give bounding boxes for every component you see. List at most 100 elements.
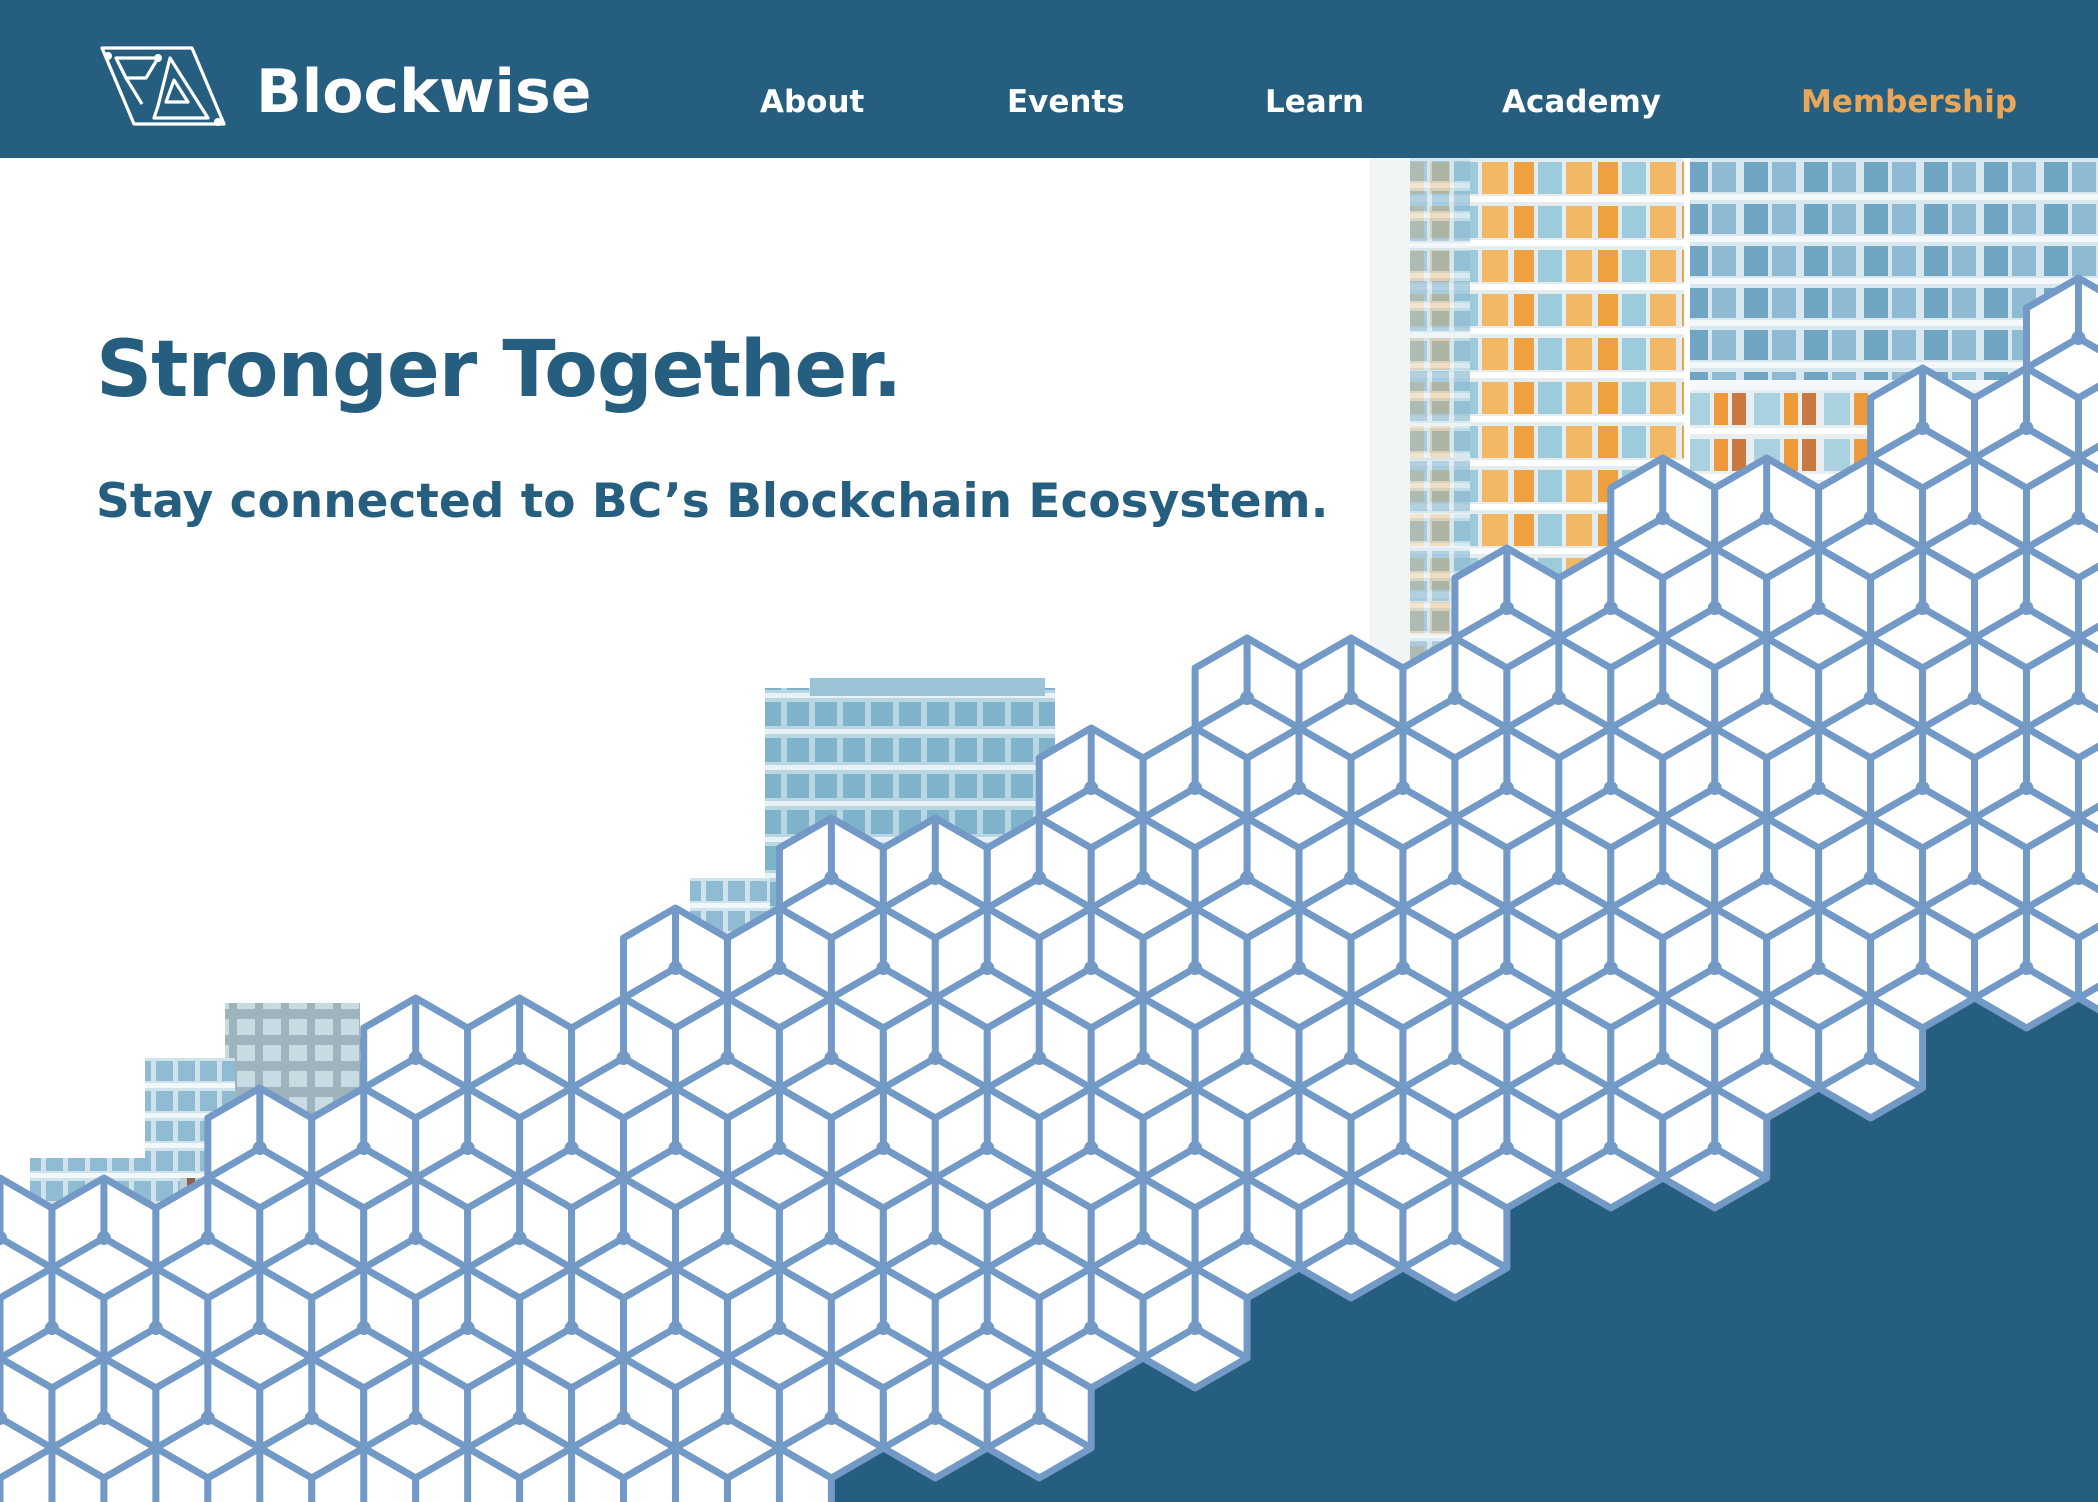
hex-cube-node (512, 1231, 527, 1245)
hex-cube-node (512, 1051, 527, 1065)
hex-cube-node (824, 871, 839, 885)
hex-cube-node (720, 1051, 735, 1065)
hex-cube-node (1032, 1411, 1047, 1425)
hex-cube-node (2071, 511, 2086, 525)
hex-cube-node (1240, 1051, 1255, 1065)
hex-cube-node (1863, 1051, 1878, 1065)
hex-cube-node (2019, 601, 2034, 615)
hex-cube-node (1084, 961, 1099, 975)
hex-cube-node (1240, 1231, 1255, 1245)
hex-cube-node (1084, 1141, 1099, 1155)
hex-cube-node (1395, 1141, 1410, 1155)
blockwise-logo-icon[interactable] (96, 44, 230, 132)
hex-cube-node (1655, 871, 1670, 885)
hex-cube-node (928, 1231, 943, 1245)
hex-cube-node (2019, 421, 2034, 435)
hex-cube-node (1395, 781, 1410, 795)
hex-cube-node (668, 1141, 683, 1155)
hex-cube-node (564, 1321, 579, 1335)
hex-cube-node (824, 1231, 839, 1245)
hex-cube-node (928, 871, 943, 885)
nav-learn-link[interactable]: Learn (1265, 82, 1364, 122)
brand-name[interactable]: Blockwise (256, 56, 591, 128)
hex-cube-node (928, 1051, 943, 1065)
hex-cube-node (2019, 961, 2034, 975)
hex-cube-node (980, 1141, 995, 1155)
hex-cube-node (1343, 871, 1358, 885)
hex-cube-node (1447, 1231, 1462, 1245)
hex-cube-node (1915, 601, 1930, 615)
hex-cube-node (1863, 871, 1878, 885)
hex-cube-node (2071, 871, 2086, 885)
hex-cube-node (2071, 691, 2086, 705)
hex-cube-node (876, 961, 891, 975)
hex-cube-node (148, 1321, 163, 1335)
nav-events-link[interactable]: Events (1007, 82, 1125, 122)
hex-cube-node (408, 1051, 423, 1065)
hex-cube-node (460, 1321, 475, 1335)
hex-cube-node (2071, 331, 2086, 345)
hex-cube-node (408, 1231, 423, 1245)
hex-cube-node (304, 1231, 319, 1245)
hex-cube-node (1707, 1141, 1722, 1155)
hex-cube-node (980, 1321, 995, 1335)
hex-cube-node (1447, 691, 1462, 705)
hex-cube-node (1032, 1231, 1047, 1245)
hex-cube-node (200, 1231, 215, 1245)
hex-cube-node (1188, 961, 1203, 975)
hex-cube-node (1863, 511, 1878, 525)
hex-cube-node (1967, 691, 1982, 705)
hex-cube-node (1707, 601, 1722, 615)
hex-cube-node (1240, 691, 1255, 705)
hex-cube-node (1240, 871, 1255, 885)
hex-cube-node (668, 1321, 683, 1335)
hex-cube-node (96, 1411, 111, 1425)
hex-cube-node (1707, 961, 1722, 975)
hero-title: Stronger Together. (96, 325, 902, 415)
hex-cube-node (616, 1411, 631, 1425)
hex-cube-node (460, 1141, 475, 1155)
hex-cube-node (720, 1411, 735, 1425)
hex-cube-node (1292, 961, 1307, 975)
nav-academy-link[interactable]: Academy (1502, 82, 1661, 122)
hex-cube-node (824, 1411, 839, 1425)
nav-membership-link[interactable]: Membership (1801, 82, 2017, 122)
hex-cube-node (1292, 781, 1307, 795)
hex-cube-node (1915, 421, 1930, 435)
hex-cube-node (1188, 781, 1203, 795)
hex-cube-node (1343, 1231, 1358, 1245)
hex-cube-node (1084, 1321, 1099, 1335)
hex-cube-node (1499, 781, 1514, 795)
hex-cube-node (1655, 1051, 1670, 1065)
hex-cube-node (512, 1411, 527, 1425)
hex-cube-node (720, 1231, 735, 1245)
nav-about-link[interactable]: About (760, 82, 864, 122)
hex-cube-node (1551, 691, 1566, 705)
hex-cube-node (1915, 781, 1930, 795)
landing-page: Blockwise About Events Learn Academy Mem… (0, 0, 2098, 1502)
hex-cube-node (1759, 691, 1774, 705)
hex-cube-node (1603, 961, 1618, 975)
hex-cube-node (668, 961, 683, 975)
hex-cube-node (1603, 781, 1618, 795)
hex-cube-node (616, 1051, 631, 1065)
hex-cube-node (1967, 871, 1982, 885)
hex-cube-node (1499, 961, 1514, 975)
hex-cube-node (1759, 1051, 1774, 1065)
hex-cube-node (356, 1321, 371, 1335)
hex-cube-node (1967, 511, 1982, 525)
hex-cube-node (1811, 601, 1826, 615)
hex-cube-node (1292, 1141, 1307, 1155)
hex-cube-node (1136, 1231, 1151, 1245)
hex-cube-node (1915, 961, 1930, 975)
hex-cube-node (616, 1231, 631, 1245)
hex-cube-node (200, 1411, 215, 1425)
hex-cube-node (1811, 781, 1826, 795)
hex-cube-node (1188, 1141, 1203, 1155)
hex-cube-node (876, 1321, 891, 1335)
hex-cube-node (96, 1231, 111, 1245)
hex-cube-node (1084, 781, 1099, 795)
hex-cube-node (1655, 691, 1670, 705)
site-header: Blockwise About Events Learn Academy Mem… (0, 0, 2098, 158)
hex-cube-node (1759, 511, 1774, 525)
